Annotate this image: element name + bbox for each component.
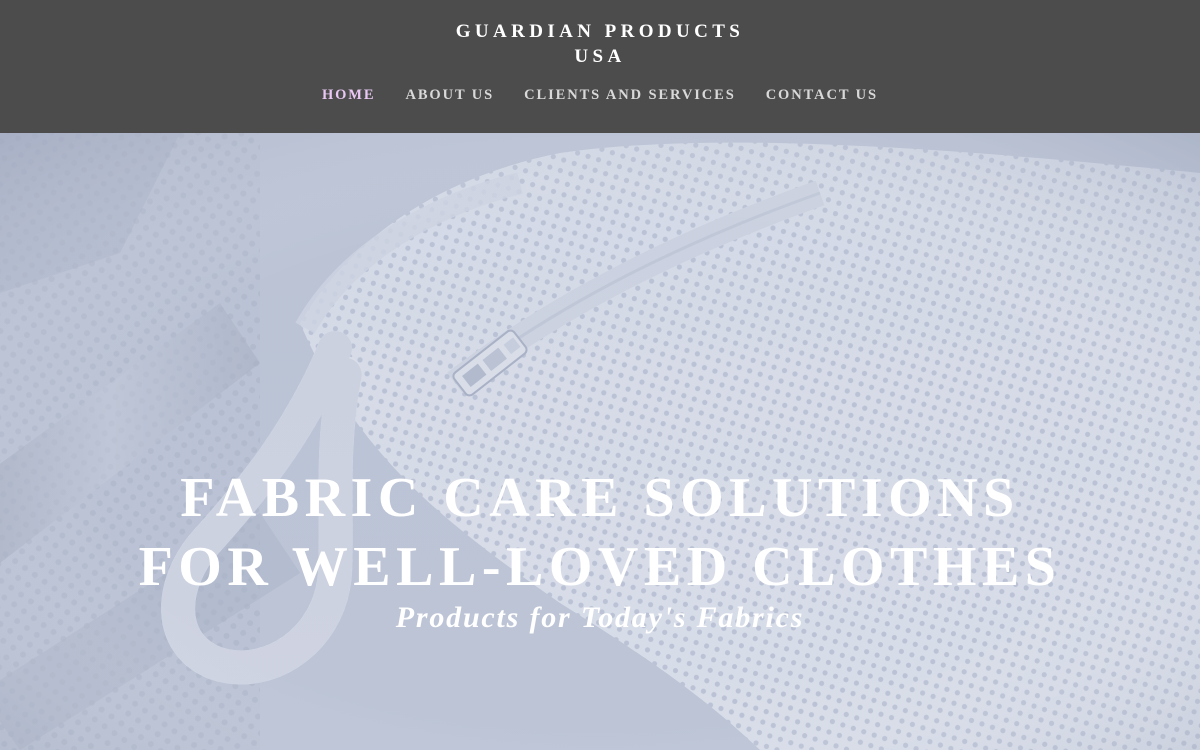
site-logo[interactable]: GUARDIAN PRODUCTS USA xyxy=(0,19,1200,69)
brand-name: GUARDIAN PRODUCTS xyxy=(455,21,745,42)
site-header: GUARDIAN PRODUCTS USA HOME ABOUT US CLIE… xyxy=(0,0,1200,133)
brand-country: USA xyxy=(574,46,626,67)
hero-title-line-1: FABRIC CARE SOLUTIONS xyxy=(180,466,1020,529)
nav-home[interactable]: HOME xyxy=(322,86,376,104)
main-nav: HOME ABOUT US CLIENTS AND SERVICES CONTA… xyxy=(0,86,1200,104)
hero-title-line-2: FOR WELL-LOVED CLOTHES xyxy=(138,535,1062,598)
hero-section: FABRIC CARE SOLUTIONS FOR WELL-LOVED CLO… xyxy=(0,133,1200,750)
hero-subtitle: Products for Today's Fabrics xyxy=(395,601,805,634)
nav-clients-and-services[interactable]: CLIENTS AND SERVICES xyxy=(524,86,736,104)
nav-about-us[interactable]: ABOUT US xyxy=(405,86,494,104)
hero-title: FABRIC CARE SOLUTIONS FOR WELL-LOVED CLO… xyxy=(0,464,1200,602)
nav-contact-us[interactable]: CONTACT US xyxy=(766,86,878,104)
hero-background-image xyxy=(0,133,1200,750)
